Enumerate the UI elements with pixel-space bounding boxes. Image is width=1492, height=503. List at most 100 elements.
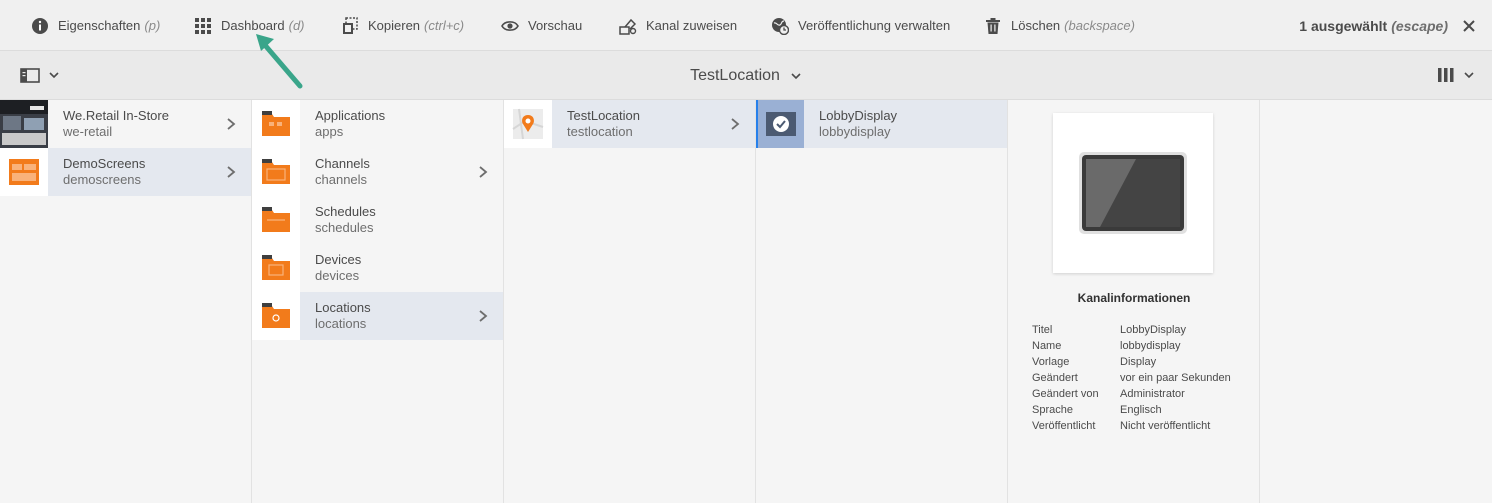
item-title: Schedules bbox=[315, 204, 376, 219]
delete-button[interactable]: Löschen (backspace) bbox=[984, 0, 1135, 51]
chevron-right-icon bbox=[227, 118, 236, 130]
properties-button[interactable]: Eigenschaften (p) bbox=[31, 0, 160, 51]
property-row: Sprache Englisch bbox=[1032, 402, 1231, 418]
assign-channel-label: Kanal zuweisen bbox=[646, 18, 738, 33]
item-name: schedules bbox=[315, 220, 374, 235]
trash-icon bbox=[986, 17, 1000, 34]
item-name: lobbydisplay bbox=[819, 124, 891, 139]
column-view: We.Retail In-Store we-retail DemoScreens… bbox=[0, 100, 1492, 503]
manage-publication-button[interactable]: Veröffentlichung verwalten bbox=[771, 0, 950, 51]
property-value: Display bbox=[1120, 356, 1157, 368]
property-row: Name lobbydisplay bbox=[1032, 338, 1231, 354]
chevron-right-icon bbox=[731, 118, 740, 130]
item-title: Locations bbox=[315, 300, 371, 315]
folder-icon bbox=[252, 100, 300, 148]
page-title[interactable]: TestLocation bbox=[0, 51, 1492, 100]
properties-label: Eigenschaften bbox=[58, 18, 141, 33]
property-key: Geändert bbox=[1032, 372, 1078, 384]
display-icon bbox=[1079, 152, 1187, 234]
list-item-testlocation[interactable]: TestLocation testlocation bbox=[504, 100, 755, 148]
demoscreens-thumbnail bbox=[0, 148, 48, 196]
item-name: devices bbox=[315, 268, 360, 283]
property-key: Vorlage bbox=[1032, 356, 1070, 368]
property-row: Geändert vor ein paar Sekunden bbox=[1032, 370, 1231, 386]
list-item-demoscreens[interactable]: DemoScreens demoscreens bbox=[0, 148, 251, 196]
property-list: Titel LobbyDisplay Name lobbydisplay Vorla… bbox=[1032, 322, 1231, 434]
copy-shortcut: (ctrl+c) bbox=[424, 18, 465, 33]
preview-button[interactable]: Vorschau bbox=[501, 0, 582, 51]
chevron-down-icon bbox=[1464, 72, 1474, 79]
selected-checkbox[interactable] bbox=[758, 100, 804, 148]
chevron-right-icon bbox=[479, 310, 488, 322]
property-value: Administrator bbox=[1120, 388, 1185, 400]
copy-button[interactable]: Kopieren (ctrl+c) bbox=[341, 0, 464, 51]
property-value: lobbydisplay bbox=[1120, 340, 1181, 352]
property-value: LobbyDisplay bbox=[1120, 324, 1187, 336]
item-title: TestLocation bbox=[567, 108, 640, 123]
item-name: we-retail bbox=[63, 124, 113, 139]
copy-icon bbox=[343, 16, 358, 34]
list-item-locations[interactable]: Locations locations bbox=[252, 292, 503, 340]
assign-channel-button[interactable]: Kanal zuweisen bbox=[619, 0, 737, 51]
item-title: Channels bbox=[315, 156, 370, 171]
item-title: LobbyDisplay bbox=[819, 108, 898, 123]
property-key: Name bbox=[1032, 340, 1062, 352]
info-icon bbox=[32, 17, 48, 34]
chevron-right-icon bbox=[227, 166, 236, 178]
annotation-arrow-icon bbox=[256, 34, 303, 89]
column-4: LobbyDisplay lobbydisplay bbox=[756, 100, 1008, 503]
list-item-schedules[interactable]: Schedules schedules bbox=[252, 196, 503, 244]
selection-status: 1 ausgewählt (escape) bbox=[1299, 0, 1476, 51]
property-value: vor ein paar Sekunden bbox=[1120, 372, 1231, 384]
folder-icon bbox=[252, 292, 300, 340]
property-value: Englisch bbox=[1120, 404, 1162, 416]
property-key: Geändert von bbox=[1032, 388, 1099, 400]
manage-publication-label: Veröffentlichung verwalten bbox=[798, 18, 951, 33]
copy-label: Kopieren bbox=[368, 18, 421, 33]
property-key: Titel bbox=[1032, 324, 1053, 336]
property-row: Titel LobbyDisplay bbox=[1032, 322, 1231, 338]
folder-icon bbox=[252, 244, 300, 292]
properties-shortcut: (p) bbox=[144, 18, 161, 33]
assign-channel-icon bbox=[619, 18, 637, 35]
list-item-we-retail[interactable]: We.Retail In-Store we-retail bbox=[0, 100, 251, 148]
chevron-right-icon bbox=[479, 166, 488, 178]
delete-shortcut: (backspace) bbox=[1064, 18, 1135, 33]
folder-icon bbox=[252, 148, 300, 196]
selection-shortcut: (escape) bbox=[1391, 17, 1448, 34]
item-name: apps bbox=[315, 124, 344, 139]
item-title: Devices bbox=[315, 252, 362, 267]
details-panel: Kanalinformationen Titel LobbyDisplay Nam… bbox=[1008, 100, 1260, 503]
selection-count: 1 ausgewählt bbox=[1299, 17, 1388, 34]
title-bar: TestLocation bbox=[0, 51, 1492, 100]
folder-icon bbox=[252, 196, 300, 244]
channel-info-heading: Kanalinformationen bbox=[1077, 291, 1191, 305]
property-row: Vorlage Display bbox=[1032, 354, 1231, 370]
list-item-applications[interactable]: Applications apps bbox=[252, 100, 503, 148]
item-title: We.Retail In-Store bbox=[63, 108, 169, 123]
column-2: Applications apps Channels channels Sche… bbox=[252, 100, 504, 503]
property-key: Veröffentlicht bbox=[1032, 420, 1096, 432]
item-name: testlocation bbox=[567, 124, 633, 139]
view-switcher[interactable] bbox=[1437, 67, 1475, 83]
grid-icon bbox=[195, 17, 211, 34]
property-row: Geändert von Administrator bbox=[1032, 386, 1231, 402]
preview-label: Vorschau bbox=[528, 18, 583, 33]
action-bar: Eigenschaften (p) Dashboard (d) Kopieren… bbox=[0, 0, 1492, 51]
location-pin-icon bbox=[504, 100, 552, 148]
item-title: Applications bbox=[315, 108, 386, 123]
property-value: Nicht veröffentlicht bbox=[1120, 420, 1211, 432]
column-3: TestLocation testlocation bbox=[504, 100, 756, 503]
eye-icon bbox=[501, 20, 519, 31]
item-name: demoscreens bbox=[63, 172, 142, 187]
column-1: We.Retail In-Store we-retail DemoScreens… bbox=[0, 100, 252, 503]
globe-clock-icon bbox=[772, 17, 789, 35]
page-title-text: TestLocation bbox=[690, 66, 780, 84]
chevron-down-icon bbox=[791, 72, 801, 79]
property-row: Veröffentlicht Nicht veröffentlicht bbox=[1032, 418, 1231, 434]
close-icon[interactable] bbox=[1462, 19, 1476, 33]
list-item-channels[interactable]: Channels channels bbox=[252, 148, 503, 196]
list-item-devices[interactable]: Devices devices bbox=[252, 244, 503, 292]
we-retail-thumbnail bbox=[0, 100, 48, 148]
list-item-lobbydisplay[interactable]: LobbyDisplay lobbydisplay bbox=[756, 100, 1007, 148]
